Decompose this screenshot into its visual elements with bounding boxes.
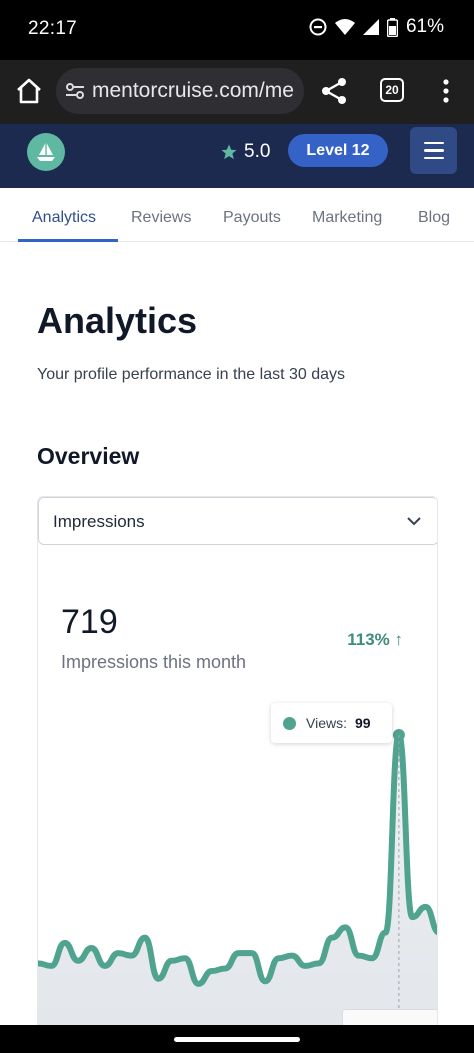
url-text: mentorcruise.com/me — [92, 79, 294, 102]
views-chart[interactable] — [38, 697, 438, 1025]
logo[interactable] — [27, 133, 65, 171]
level-badge[interactable]: Level 12 — [288, 134, 388, 167]
tab-blog[interactable]: Blog — [418, 209, 450, 227]
tab-reviews[interactable]: Reviews — [131, 209, 191, 227]
tab-switcher-button[interactable]: 20 — [380, 78, 404, 102]
status-icons: 61% — [309, 16, 444, 38]
metric-card: Impressions 719 Impressions this month 1… — [37, 496, 438, 1025]
hamburger-icon — [423, 141, 444, 145]
signal-icon — [362, 19, 379, 35]
page-subtitle: Your profile performance in the last 30 … — [37, 366, 346, 383]
clock: 22:17 — [28, 18, 78, 39]
status-bar: 22:17 61% — [0, 0, 474, 60]
more-options-icon[interactable] — [438, 76, 454, 106]
page-content: Analytics Reviews Payouts Marketing Blog… — [0, 188, 474, 1025]
home-icon[interactable] — [14, 76, 44, 106]
dnd-icon — [309, 18, 327, 36]
home-gesture-handle[interactable] — [174, 1037, 300, 1042]
sailboat-icon — [37, 142, 55, 161]
metric-change: 113% ↑ — [347, 630, 403, 649]
system-nav-bar — [0, 1025, 474, 1053]
tooltip-value: 99 — [354, 715, 371, 731]
x-axis-tooltip — [342, 1009, 437, 1025]
wifi-icon — [334, 19, 355, 35]
tooltip-label: Views: — [306, 715, 347, 731]
metric-select-value: Impressions — [53, 512, 145, 531]
app-header: 5.0 Level 12 — [0, 124, 474, 188]
tab-nav: Analytics Reviews Payouts Marketing Blog — [0, 188, 474, 242]
series-line-views — [38, 732, 437, 987]
menu-button[interactable] — [410, 127, 457, 174]
battery-percent: 61% — [405, 16, 444, 37]
active-tab-indicator — [18, 239, 118, 242]
metric-select[interactable]: Impressions — [38, 497, 437, 545]
chart-area — [38, 735, 437, 1025]
tab-marketing[interactable]: Marketing — [312, 209, 382, 227]
share-icon[interactable] — [320, 76, 348, 106]
rating-value: 5.0 — [244, 141, 271, 162]
star-icon — [221, 144, 237, 160]
chart-tooltip: Views: 99 — [271, 703, 392, 743]
site-settings-icon[interactable] — [64, 80, 86, 102]
rating: 5.0 — [220, 141, 270, 163]
tab-payouts[interactable]: Payouts — [223, 209, 281, 227]
address-bar[interactable]: mentorcruise.com/me — [56, 68, 304, 114]
chevron-down-icon — [407, 517, 421, 526]
page-title: Analytics — [37, 300, 198, 341]
battery-icon — [386, 17, 398, 37]
tab-analytics[interactable]: Analytics — [32, 209, 96, 227]
section-title: Overview — [37, 443, 140, 469]
browser-toolbar: mentorcruise.com/me 20 — [0, 60, 474, 124]
series-color-dot — [283, 716, 296, 730]
metric-label: Impressions this month — [61, 652, 247, 672]
metric-value: 719 — [61, 603, 118, 641]
